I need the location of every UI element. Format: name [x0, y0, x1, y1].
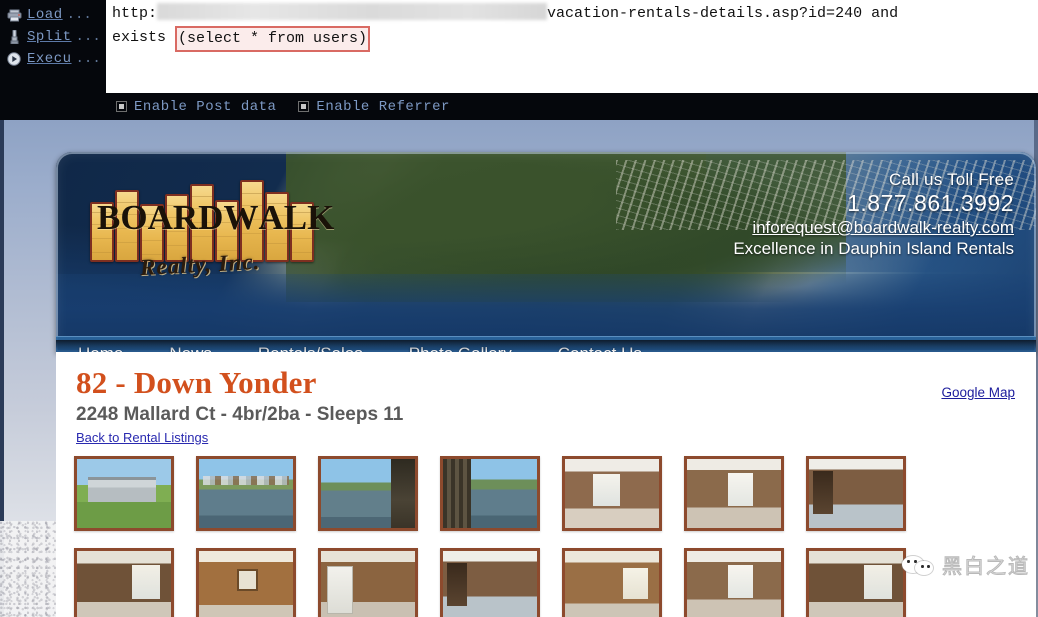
thumbnail-item[interactable]	[806, 548, 906, 617]
tool-options-row: Enable Post data Enable Referrer	[106, 93, 1038, 120]
thumbnail-item[interactable]	[806, 456, 906, 531]
header-contact-block: Call us Toll Free 1.877.861.3992 inforeq…	[733, 170, 1014, 259]
thumbnail-image	[199, 459, 293, 528]
thumbnail-image	[443, 551, 537, 617]
usb-icon	[6, 29, 22, 45]
sql-injection-tool-toolbar: Load ... Split ... Execu ... http: vacat…	[0, 0, 1038, 120]
thumbnail-image	[687, 551, 781, 617]
sql-exists-keyword: exists	[112, 29, 176, 46]
execute-button[interactable]: Execu ...	[6, 48, 106, 70]
logo-wordmark: B O A R D W A L K	[88, 174, 334, 262]
url-input[interactable]: http: vacation-rentals-details.asp?id=240…	[106, 0, 1038, 93]
logo-plank-group: B O A R D W A L K	[88, 174, 334, 262]
thumbnail-image	[809, 551, 903, 617]
logo-letter: D	[198, 198, 224, 237]
enable-post-data-checkbox[interactable]: Enable Post data	[116, 99, 276, 115]
thumbnail-image	[687, 459, 781, 528]
thumbnail-gallery	[74, 456, 1018, 617]
thumbnail-image	[443, 459, 537, 528]
logo-letter: K	[307, 198, 335, 237]
thumbnail-image	[809, 459, 903, 528]
load-button[interactable]: Load ...	[6, 4, 106, 26]
execute-button-dots: ...	[75, 51, 101, 67]
thumbnail-item[interactable]	[318, 456, 418, 531]
boardwalk-logo[interactable]: B O A R D W A L K Realty, Inc.	[88, 174, 334, 304]
thumbnail-item[interactable]	[440, 548, 540, 617]
logo-letter: A	[258, 198, 284, 237]
url-line-2: exists (select * from users)	[112, 25, 1032, 52]
wechat-watermark: 黑白之道	[902, 550, 1030, 579]
sql-payload-selection[interactable]: (select * from users)	[175, 26, 371, 52]
listing-content: 82 - Down Yonder 2248 Mallard Ct - 4br/2…	[56, 352, 1036, 617]
thumbnail-item[interactable]	[440, 456, 540, 531]
printer-icon	[6, 7, 22, 23]
url-scheme-text: http:	[112, 5, 158, 22]
boardwalk-realty-site: B O A R D W A L K Realty, Inc. Call us T…	[56, 120, 1036, 617]
thumbnail-image	[77, 459, 171, 528]
split-button[interactable]: Split ...	[6, 26, 106, 48]
enable-referrer-checkbox[interactable]: Enable Referrer	[298, 99, 450, 115]
logo-letter: O	[120, 198, 148, 237]
thumbnail-row	[74, 456, 1018, 531]
thumbnail-item[interactable]	[684, 456, 784, 531]
url-line-1: http: vacation-rentals-details.asp?id=240…	[112, 3, 1032, 25]
watermark-text: 黑白之道	[942, 554, 1030, 579]
enable-post-data-label: Enable Post data	[134, 98, 277, 115]
thumbnail-image	[199, 551, 293, 617]
wechat-logo-icon	[902, 552, 936, 578]
site-banner-aerial-photo: B O A R D W A L K Realty, Inc. Call us T…	[56, 152, 1036, 352]
logo-letter: A	[147, 198, 173, 237]
execute-button-label: Execu	[27, 51, 72, 67]
thumbnail-image	[77, 551, 171, 617]
logo-letter: R	[172, 198, 199, 237]
thumbnail-item[interactable]	[318, 548, 418, 617]
thumbnail-item[interactable]	[74, 548, 174, 617]
thumbnail-item[interactable]	[562, 456, 662, 531]
url-redacted-region	[157, 3, 548, 20]
load-button-label: Load	[27, 7, 63, 23]
split-button-label: Split	[27, 29, 72, 45]
thumbnail-image	[565, 459, 659, 528]
email-link[interactable]: inforequest@boardwalk-realty.com	[733, 217, 1014, 238]
logo-letter: B	[97, 198, 121, 237]
thumbnail-item[interactable]	[196, 456, 296, 531]
page-title: 82 - Down Yonder	[76, 365, 317, 400]
logo-subtitle: Realty, Inc.	[139, 248, 261, 281]
thumbnail-row	[74, 548, 1018, 617]
logo-letter: W	[223, 198, 259, 237]
thumbnail-item[interactable]	[196, 548, 296, 617]
screenshot-root: Load ... Split ... Execu ... http: vacat…	[0, 0, 1038, 617]
tool-action-list: Load ... Split ... Execu ...	[0, 0, 106, 95]
banner-bottom-shadow	[56, 340, 1036, 352]
thumbnail-image	[321, 459, 415, 528]
thumbnail-item[interactable]	[684, 548, 784, 617]
play-icon	[6, 51, 22, 67]
tagline: Excellence in Dauphin Island Rentals	[733, 239, 1014, 258]
split-button-dots: ...	[75, 29, 101, 45]
back-to-listings-link[interactable]: Back to Rental Listings	[76, 430, 208, 445]
load-button-dots: ...	[66, 7, 92, 23]
checkbox-box[interactable]	[116, 101, 127, 112]
phone-number: 1.877.861.3992	[847, 190, 1014, 216]
thumbnail-item[interactable]	[74, 456, 174, 531]
sand-texture-background	[0, 521, 56, 617]
thumbnail-image	[565, 551, 659, 617]
listing-subtitle: 2248 Mallard Ct - 4br/2ba - Sleeps 11	[76, 404, 404, 425]
toll-free-label: Call us Toll Free	[889, 170, 1014, 189]
logo-letter: L	[283, 198, 308, 237]
thumbnail-image	[321, 551, 415, 617]
url-tail-text: vacation-rentals-details.asp?id=240 and	[547, 5, 899, 22]
google-map-link[interactable]: Google Map	[941, 385, 1015, 400]
browser-viewport: B O A R D W A L K Realty, Inc. Call us T…	[0, 120, 1038, 617]
enable-referrer-label: Enable Referrer	[316, 98, 450, 115]
checkbox-box[interactable]	[298, 101, 310, 112]
thumbnail-item[interactable]	[562, 548, 662, 617]
